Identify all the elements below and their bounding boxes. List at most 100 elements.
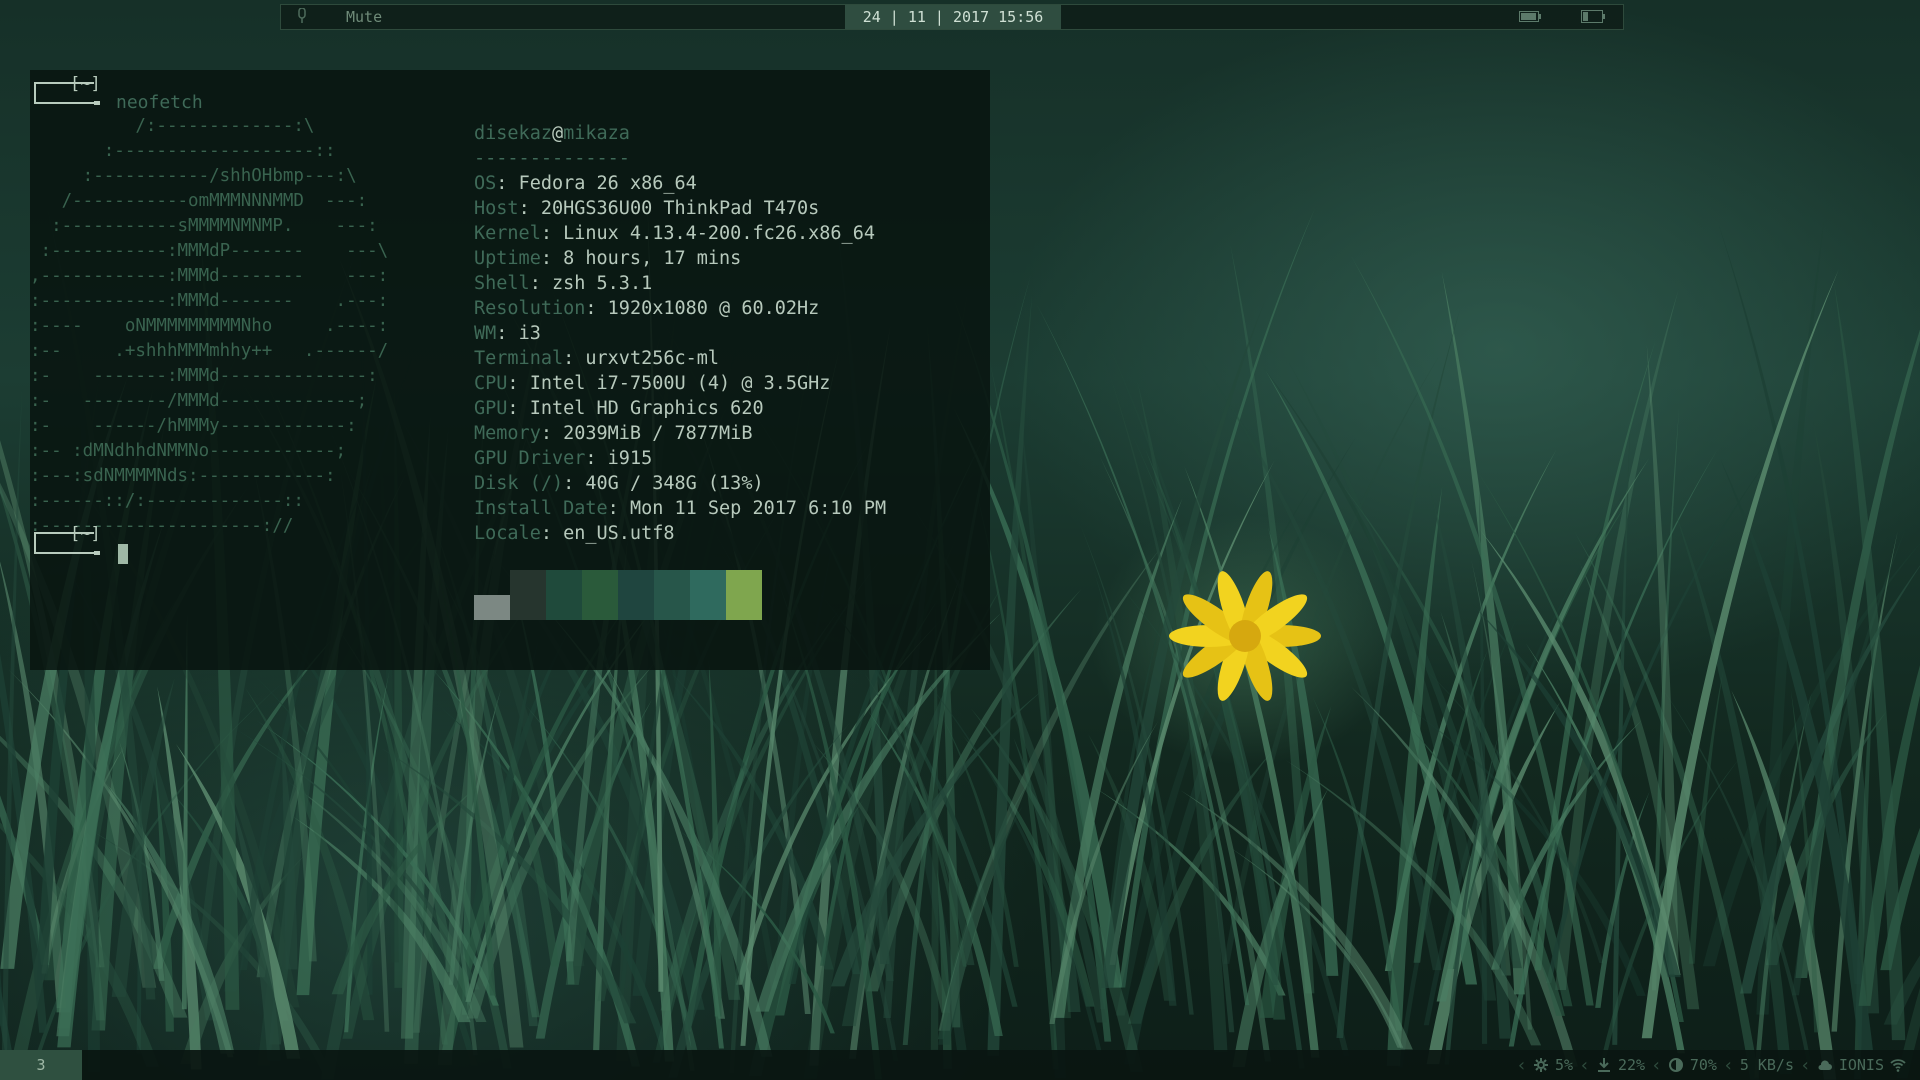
color-swatch: [546, 570, 582, 620]
color-swatch: [726, 570, 762, 620]
clock[interactable]: 24 | 11 | 2017 15:56: [845, 5, 1061, 29]
status-item[interactable]: 5 KB/s: [1740, 1056, 1794, 1074]
info-key: Shell: [474, 273, 530, 294]
info-key: CPU: [474, 373, 508, 394]
info-value: 20HGS36U00 ThinkPad T470s: [540, 198, 820, 219]
status-area: ‹ 5% ‹ 22% ‹ 70% ‹ 5 KB/s ‹ IONIS: [1516, 1050, 1906, 1080]
info-row: Kernel: Linux 4.13.4-200.fc26.x86_64: [474, 221, 886, 246]
info-key: Disk (/): [474, 473, 564, 494]
prompt-arrow: [94, 101, 100, 105]
status-text: IONIS: [1838, 1056, 1884, 1074]
ascii-logo-line: :-----------:MMMdP------- ---\: [30, 241, 389, 261]
bottom-bar: 3 ‹ 5% ‹ 22% ‹ 70% ‹ 5 KB/s ‹ IONIS: [0, 1050, 1920, 1080]
info-row: Disk (/): 40G / 348G (13%): [474, 471, 886, 496]
info-value: Linux 4.13.4-200.fc26.x86_64: [563, 223, 875, 244]
info-row: Memory: 2039MiB / 7877MiB: [474, 421, 886, 446]
prompt-dir: [~]: [70, 524, 101, 544]
brightness-icon: [1668, 1058, 1683, 1072]
info-colon: :: [563, 473, 586, 494]
info-key: GPU: [474, 398, 508, 419]
info-row: GPU: Intel HD Graphics 620: [474, 396, 886, 421]
color-swatch: [690, 570, 726, 620]
info-colon: :: [607, 498, 630, 519]
ascii-logo-line: :- ------/hMMMy------------:: [30, 416, 357, 436]
info-value: Intel i7-7500U (4) @ 3.5GHz: [529, 373, 831, 394]
color-swatch: [618, 570, 654, 620]
info-colon: :: [496, 323, 519, 344]
status-text: 22%: [1617, 1056, 1646, 1074]
info-key: Install Date: [474, 498, 608, 519]
info-value: zsh 5.3.1: [551, 273, 653, 294]
info-key: GPU Driver: [474, 448, 586, 469]
info-value: i915: [607, 448, 653, 469]
system-info: disekaz@mikaza -------------- OS: Fedora…: [474, 121, 886, 546]
workspace-3[interactable]: 3: [0, 1050, 82, 1080]
username: disekaz: [474, 123, 552, 144]
ascii-logo-line: :-- .+shhhMMMmhhy++ .------/: [30, 341, 389, 361]
ascii-logo-line: :------::/:-------------::: [30, 491, 304, 511]
separator-chevron-icon: ‹: [1651, 1054, 1662, 1076]
status-item[interactable]: 22%: [1596, 1056, 1645, 1074]
info-value: 8 hours, 17 mins: [563, 248, 742, 269]
battery-icon: [1519, 11, 1541, 22]
color-swatch: [654, 570, 690, 620]
info-key: Host: [474, 198, 519, 219]
status-text: 5 KB/s: [1739, 1056, 1794, 1074]
prompt-arrow: [94, 551, 100, 555]
command-text: neofetch: [116, 92, 203, 113]
info-colon: :: [540, 523, 564, 544]
info-row: OS: Fedora 26 x86_64: [474, 171, 886, 196]
ascii-logo-line: /:-------------:\: [30, 116, 315, 136]
info-colon: :: [540, 423, 564, 444]
ascii-logo-line: :-------------------::: [30, 141, 336, 161]
info-row: Uptime: 8 hours, 17 mins: [474, 246, 886, 271]
ascii-logo-line: /-----------omMMMNNNMMD ---:: [30, 191, 368, 211]
ascii-logo-line: :-----------/shhOHbmp---:\: [30, 166, 357, 186]
info-colon: :: [496, 173, 519, 194]
fedora-ascii-logo: /:-------------:\ :-------------------::…: [30, 114, 388, 539]
battery-icon: [1581, 10, 1605, 23]
info-value: 2039MiB / 7877MiB: [563, 423, 753, 444]
info-value: en_US.utf8: [563, 523, 675, 544]
ascii-logo-line: :-----------sMMMMNMNMP. ---:: [30, 216, 378, 236]
info-value: Intel HD Graphics 620: [529, 398, 764, 419]
separator-chevron-icon: ‹: [1579, 1054, 1590, 1076]
status-item[interactable]: [1890, 1057, 1906, 1073]
color-swatch: [474, 595, 510, 620]
volume-status[interactable]: Mute: [346, 8, 382, 26]
info-value: urxvt256c-ml: [585, 348, 720, 369]
info-row: Shell: zsh 5.3.1: [474, 271, 886, 296]
status-text: 5%: [1555, 1056, 1574, 1074]
status-item[interactable]: IONIS: [1817, 1056, 1884, 1074]
separator-line: --------------: [474, 148, 630, 169]
volume-icon[interactable]: [297, 8, 307, 24]
info-key: OS: [474, 173, 497, 194]
text-cursor[interactable]: [118, 544, 128, 564]
info-row: WM: i3: [474, 321, 886, 346]
status-item[interactable]: 5%: [1533, 1056, 1573, 1074]
ascii-logo-line: :- -------:MMMd--------------:: [30, 366, 378, 386]
status-item[interactable]: 70%: [1668, 1056, 1717, 1074]
info-row: CPU: Intel i7-7500U (4) @ 3.5GHz: [474, 371, 886, 396]
info-colon: :: [585, 448, 608, 469]
info-colon: :: [529, 273, 552, 294]
top-bar: Mute 24 | 11 | 2017 15:56: [280, 4, 1624, 30]
info-row: Install Date: Mon 11 Sep 2017 6:10 PM: [474, 496, 886, 521]
info-colon: :: [507, 373, 530, 394]
info-colon: :: [540, 223, 564, 244]
info-key: Memory: [474, 423, 541, 444]
status-text: 70%: [1689, 1056, 1717, 1074]
separator-chevron-icon: ‹: [1722, 1054, 1734, 1076]
prompt-dir: [~]: [70, 74, 101, 94]
hostname: mikaza: [563, 123, 630, 144]
info-key: WM: [474, 323, 497, 344]
info-value: 40G / 348G (13%): [585, 473, 764, 494]
info-value: 1920x1080 @ 60.02Hz: [607, 298, 820, 319]
download-icon: [1597, 1058, 1610, 1072]
separator-chevron-icon: ‹: [1516, 1054, 1528, 1076]
terminal-window[interactable]: [~] neofetch /:-------------:\ :--------…: [30, 70, 990, 670]
ascii-logo-line: :---:sdNMMMMNds:------------:: [30, 466, 336, 486]
ascii-logo-line: :---- oNMMMMMMMMMNho .----:: [30, 316, 389, 336]
info-row: Host: 20HGS36U00 ThinkPad T470s: [474, 196, 886, 221]
user-host-line: disekaz@mikaza: [474, 121, 886, 146]
